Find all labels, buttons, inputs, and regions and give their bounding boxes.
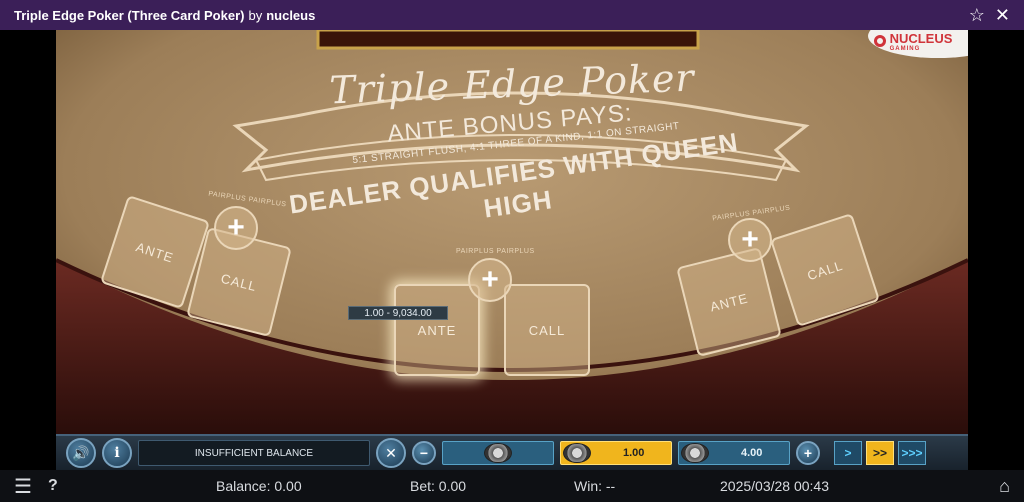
chip-icon <box>563 443 591 463</box>
increase-chip-button[interactable]: + <box>796 441 820 465</box>
by-label: by <box>248 7 263 23</box>
help-icon[interactable]: ? <box>48 477 58 495</box>
datetime-display: 2025/03/28 00:43 <box>720 478 829 494</box>
center-call-spot[interactable]: CALL <box>504 284 590 376</box>
speed-controls: > >> >>> <box>834 441 926 465</box>
title-bar: Triple Edge Poker (Three Card Poker) by … <box>0 0 1024 30</box>
game-title: Triple Edge Poker (Three Card Poker) <box>14 7 245 23</box>
speed-turbo-button[interactable]: >>> <box>898 441 926 465</box>
center-ante-spot[interactable]: ANTE <box>394 284 480 376</box>
bet-display: Bet: 0.00 <box>410 478 467 494</box>
decrease-chip-button[interactable]: − <box>412 441 436 465</box>
provider-name: nucleus <box>266 7 316 23</box>
chip-icon <box>681 443 709 463</box>
chip-selected[interactable]: 1.00 <box>560 441 672 465</box>
info-button[interactable]: i <box>102 438 132 468</box>
home-icon[interactable]: ⌂ <box>999 476 1010 497</box>
left-pairplus-button[interactable]: + <box>214 206 258 250</box>
chip-icon <box>484 443 512 463</box>
info-icon: i <box>114 445 120 461</box>
clear-chips-icon: ✕ <box>385 444 397 461</box>
chip-selected-value: 1.00 <box>623 447 645 459</box>
chip-slot-empty[interactable] <box>442 441 554 465</box>
win-display: Win: -- <box>574 478 616 494</box>
close-icon[interactable]: ✕ <box>995 6 1010 24</box>
star-outline-icon[interactable]: ☆ <box>969 6 985 24</box>
bet-range-tooltip: 1.00 - 9,034.00 <box>348 306 448 320</box>
menu-icon[interactable]: ☰ <box>14 474 32 499</box>
chip-option-value: 4.00 <box>741 447 763 459</box>
speed-normal-button[interactable]: > <box>834 441 862 465</box>
footer-bar: ☰ ? Balance: 0.00 Bet: 0.00 Win: -- 2025… <box>0 470 1024 502</box>
speed-fast-button[interactable]: >> <box>866 441 894 465</box>
sound-button[interactable]: 🔊 <box>66 438 96 468</box>
control-bar: 🔊 i INSUFFICIENT BALANCE ✕ − 1.00 4.00 +… <box>56 434 968 470</box>
center-pairplus-label: PAIRPLUS PAIRPLUS <box>456 248 535 255</box>
clear-bets-button[interactable]: ✕ <box>376 438 406 468</box>
status-message: INSUFFICIENT BALANCE <box>138 440 370 466</box>
speaker-icon: 🔊 <box>72 444 90 461</box>
center-pairplus-button[interactable]: + <box>468 258 512 302</box>
balance-display: Balance: 0.00 <box>216 478 302 494</box>
title-actions: ☆ ✕ <box>969 6 1010 24</box>
right-pairplus-button[interactable]: + <box>728 218 772 262</box>
logo-mark-icon <box>873 35 886 47</box>
chip-option[interactable]: 4.00 <box>678 441 790 465</box>
